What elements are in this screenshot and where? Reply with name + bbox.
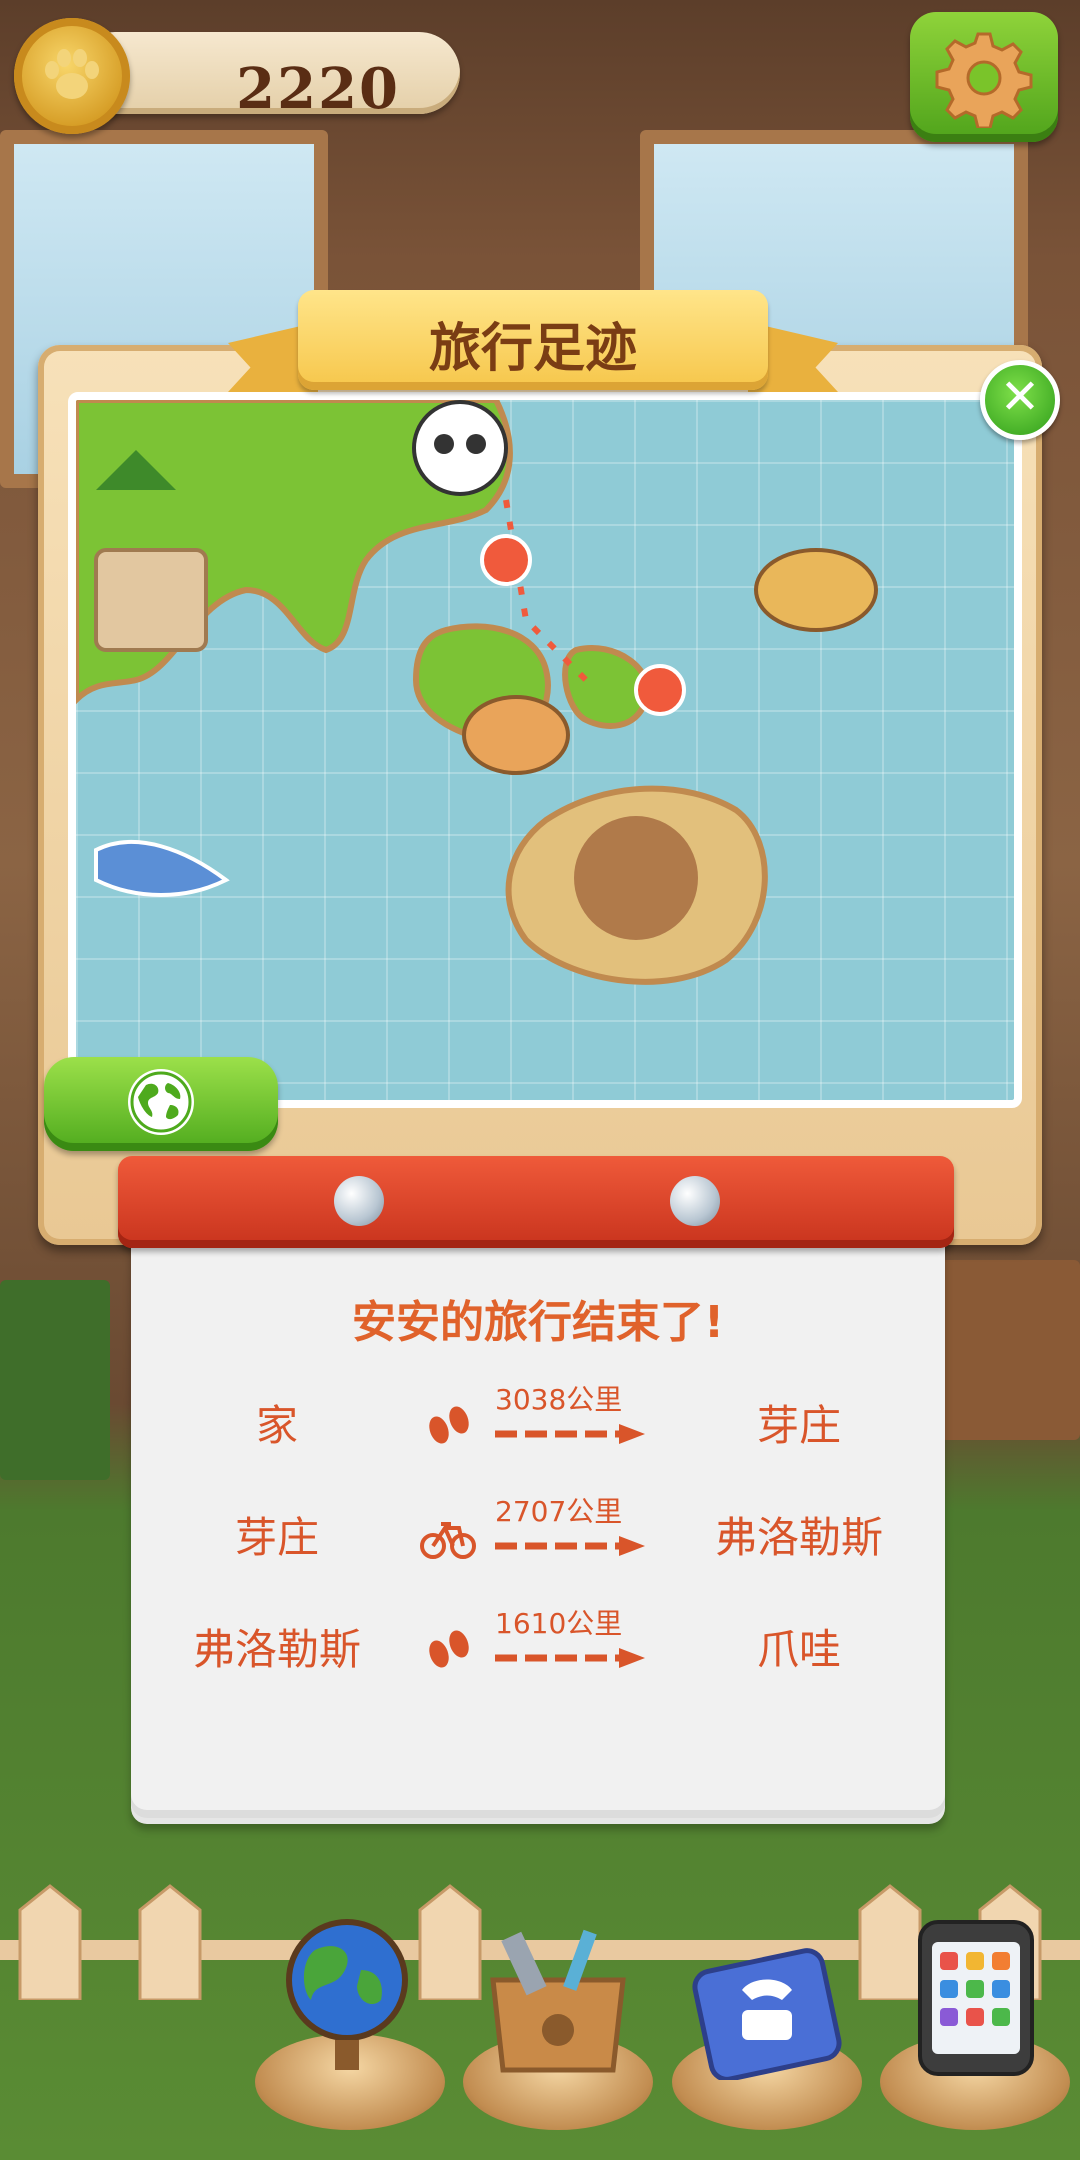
travel-leg-row: 弗洛勒斯 1610公里 爪哇 (131, 1602, 945, 1692)
room-furniture-right (940, 1260, 1080, 1440)
travel-leg-row: 家 3038公里 芽庄 (131, 1378, 945, 1468)
leg-distance: 1610公里 (495, 1607, 623, 1640)
globe-dock-icon (286, 1919, 408, 2070)
dashed-arrow-icon (495, 1648, 645, 1668)
dashed-arrow-icon (495, 1424, 645, 1444)
travel-leg-row: 芽庄 2707公里 弗洛勒斯 (131, 1490, 945, 1580)
coin-counter: 2220 (14, 18, 466, 134)
coin-counter-pill: 2220 (74, 32, 460, 122)
bicycle-icon (420, 1522, 476, 1559)
leg-destination: 弗洛勒斯 (714, 1513, 883, 1562)
world-map-button[interactable] (44, 1057, 278, 1151)
gear-icon (935, 32, 1033, 128)
summary-title: 安安的旅行结束了! (351, 1297, 725, 1348)
footprints-icon (429, 1406, 469, 1444)
room-furniture-left (0, 1280, 110, 1480)
leg-distance: 2707公里 (495, 1495, 623, 1528)
leg-origin: 芽庄 (234, 1513, 319, 1562)
leg-destination: 芽庄 (756, 1401, 841, 1450)
coin-count: 2220 (236, 56, 400, 122)
leg-origin: 弗洛勒斯 (192, 1625, 361, 1674)
mobile-phone-dock-icon (918, 1920, 1034, 2076)
paw-coin-icon (14, 18, 130, 134)
dock-mobile-phone-button[interactable] (880, 1900, 1070, 2130)
panel-title-ribbon: 旅行足迹 (228, 282, 838, 402)
panel-title: 旅行足迹 (428, 319, 637, 379)
leg-distance: 3038公里 (495, 1383, 623, 1416)
travel-map (68, 392, 1022, 1108)
dock-phonebook-button[interactable] (672, 1900, 862, 2130)
close-button[interactable]: ✕ (980, 360, 1060, 440)
globe-icon (128, 1069, 194, 1135)
pin-icon (334, 1176, 384, 1226)
settings-button[interactable] (910, 12, 1058, 142)
leg-origin: 家 (255, 1401, 298, 1450)
dock-globe-button[interactable] (255, 1900, 445, 2130)
dashed-arrow-icon (495, 1536, 645, 1556)
leg-destination: 爪哇 (756, 1625, 841, 1674)
summary-card-header-bar (118, 1156, 954, 1248)
phone-book-dock-icon (692, 1948, 842, 2080)
dock-toolbox-button[interactable] (463, 1900, 653, 2130)
pin-icon (670, 1176, 720, 1226)
footprints-icon (429, 1630, 469, 1668)
close-icon: ✕ (999, 369, 1041, 425)
toolbox-dock-icon (490, 1929, 626, 2073)
